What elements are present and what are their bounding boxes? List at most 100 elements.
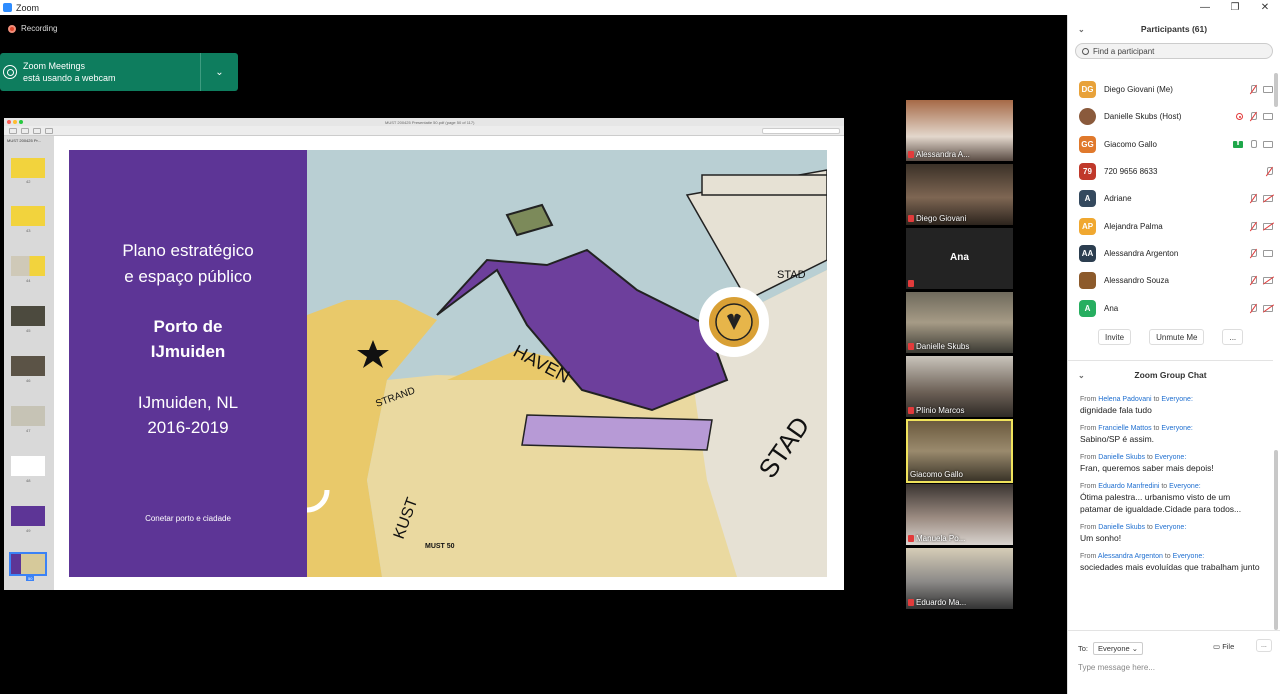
mic-muted-icon <box>1249 194 1257 203</box>
recipient-value: Everyone <box>1098 644 1130 653</box>
message-sender[interactable]: Francielle Mattos <box>1098 425 1151 432</box>
pdf-thumbnails: MUST 200425 Pr... 42 43 44 45 46 47 48 4… <box>4 136 54 590</box>
to-label: to <box>1164 553 1171 560</box>
video-tile[interactable]: Diego Giovani <box>906 164 1013 225</box>
chat-message-input[interactable]: Type message here... <box>1078 663 1155 672</box>
chevron-down-icon[interactable]: ⌄ <box>1078 25 1085 34</box>
close-button[interactable]: ✕ <box>1250 2 1280 13</box>
video-tile-name: Giacomo Gallo <box>910 470 963 479</box>
video-tile-name: Eduardo Ma... <box>916 598 967 607</box>
participant-row[interactable]: DG Diego Giovani (Me) <box>1068 76 1273 103</box>
video-tile[interactable]: Danielle Skubs <box>906 292 1013 353</box>
mac-minimize-icon <box>13 120 17 124</box>
to-label: To: <box>1078 644 1089 653</box>
message-text: dignidade fala tudo <box>1080 405 1152 415</box>
chat-recipient: To: Everyone ⌄ <box>1078 642 1144 655</box>
message-sender[interactable]: Danielle Skubs <box>1098 524 1145 531</box>
recipient-dropdown[interactable]: Everyone ⌄ <box>1093 642 1144 655</box>
message-recipient[interactable]: Everyone: <box>1173 553 1205 560</box>
participants-actions: Invite Unmute Me ... <box>1098 329 1244 345</box>
avatar <box>1079 272 1096 290</box>
webcam-notification[interactable]: Zoom Meetings está usando a webcam ⌄ <box>0 53 238 91</box>
participant-row[interactable]: A Ana <box>1068 294 1273 321</box>
chat-messages: From Helena Padovani to Everyone: dignid… <box>1080 395 1260 581</box>
message-sender[interactable]: Danielle Skubs <box>1098 454 1145 461</box>
restore-button[interactable]: ❐ <box>1220 2 1250 13</box>
screen-share-icon: ⬆ <box>1233 140 1243 148</box>
message-recipient[interactable]: Everyone: <box>1155 454 1187 461</box>
pdf-title: MUST 200425 Presentatie 50.pdf (page 50 … <box>385 119 475 125</box>
avatar: GG <box>1079 135 1096 153</box>
avatar: A <box>1079 299 1096 317</box>
chevron-down-icon[interactable]: ⌄ <box>1078 371 1085 380</box>
shared-screen: MUST 200425 Presentatie 50.pdf (page 50 … <box>4 118 844 590</box>
camera-icon <box>1263 113 1273 121</box>
message-recipient[interactable]: Everyone: <box>1169 483 1201 490</box>
camera-icon <box>1263 140 1273 148</box>
thumbnail-file-name: MUST 200425 Pr... <box>7 138 41 143</box>
file-button[interactable]: ▭ File <box>1213 642 1234 651</box>
chat-message: From Danielle Skubs to Everyone: Um sonh… <box>1080 523 1260 544</box>
window-titlebar: Zoom — ❐ ✕ <box>0 0 1280 15</box>
to-label: to <box>1153 425 1160 432</box>
invite-button[interactable]: Invite <box>1098 329 1132 345</box>
video-tile[interactable]: Alessandra A... <box>906 100 1013 161</box>
thumbnail-page <box>11 356 45 376</box>
slide-title-line1: Porto de <box>153 317 223 336</box>
webcam-icon <box>3 65 17 79</box>
zoom-in-icon <box>33 127 41 134</box>
to-label: to <box>1146 524 1153 531</box>
presentation-slide: Plano estratégico e espaço público Porto… <box>69 150 827 577</box>
participant-row[interactable]: AP Alejandra Palma <box>1068 212 1273 239</box>
message-recipient[interactable]: Everyone: <box>1155 524 1187 531</box>
participant-name: Alessandro Souza <box>1104 276 1169 286</box>
video-tile[interactable]: Manuela Po... <box>906 484 1013 545</box>
video-tile-name: Diego Giovani <box>916 214 967 223</box>
message-sender[interactable]: Eduardo Manfredini <box>1098 483 1159 490</box>
unmute-me-button[interactable]: Unmute Me <box>1149 329 1205 345</box>
thumbnail-page-number: 43 <box>26 228 31 233</box>
recording-indicator[interactable]: Recording <box>8 24 57 33</box>
thumbnail-page <box>11 158 45 178</box>
message-text: Ótima palestra... urbanismo visto de um … <box>1080 492 1242 514</box>
participants-scrollbar[interactable] <box>1274 73 1278 107</box>
video-tile[interactable]: Ana <box>906 228 1013 289</box>
muted-mic-icon <box>908 599 914 606</box>
video-tile[interactable]: Plínio Marcos <box>906 356 1013 417</box>
camera-off-icon <box>1263 222 1273 230</box>
participant-row[interactable]: AA Alessandra Argenton <box>1068 240 1273 267</box>
slide-subtitle-line1: Plano estratégico <box>122 241 254 260</box>
thumbnail-page-number: 50 <box>26 576 35 581</box>
thumbnail-page <box>11 406 45 426</box>
message-sender[interactable]: Helena Padovani <box>1098 396 1151 403</box>
mic-muted-icon <box>1249 221 1257 231</box>
video-tile-center-name: Ana <box>950 252 969 263</box>
video-tile[interactable]: Eduardo Ma... <box>906 548 1013 609</box>
video-tile-active-speaker[interactable]: Giacomo Gallo <box>906 419 1013 483</box>
zoom-logo-icon <box>3 3 12 12</box>
video-tile-name: Alessandra A... <box>916 150 970 159</box>
slide-title-line2: IJmuiden <box>150 342 226 361</box>
muted-mic-icon <box>908 535 914 542</box>
participant-row[interactable]: Alessandro Souza <box>1068 267 1273 294</box>
mic-icon <box>1249 139 1257 149</box>
minimize-button[interactable]: — <box>1190 2 1220 13</box>
message-sender[interactable]: Alessandra Argenton <box>1098 553 1163 560</box>
avatar: DG <box>1079 81 1096 99</box>
message-recipient[interactable]: Everyone: <box>1161 425 1193 432</box>
message-recipient[interactable]: Everyone: <box>1161 396 1193 403</box>
participant-row[interactable]: 79 720 9656 8633 <box>1068 158 1273 185</box>
participant-row[interactable]: Danielle Skubs (Host) <box>1068 103 1273 130</box>
mic-muted-icon <box>1249 276 1257 285</box>
chevron-down-icon[interactable]: ⌄ <box>200 53 238 91</box>
recording-label: Recording <box>21 24 58 33</box>
participant-search-input[interactable]: Find a participant <box>1075 43 1273 59</box>
thumbnail-page-number: 47 <box>26 428 31 433</box>
more-options-button[interactable]: ... <box>1222 329 1244 345</box>
participant-row[interactable]: GG Giacomo Gallo ⬆ <box>1068 131 1273 158</box>
camera-icon <box>1263 86 1273 94</box>
chat-more-button[interactable]: ... <box>1256 639 1272 652</box>
toast-line1: Zoom Meetings <box>23 61 86 71</box>
participant-row[interactable]: A Adriane <box>1068 185 1273 212</box>
chat-scrollbar[interactable] <box>1274 450 1278 630</box>
